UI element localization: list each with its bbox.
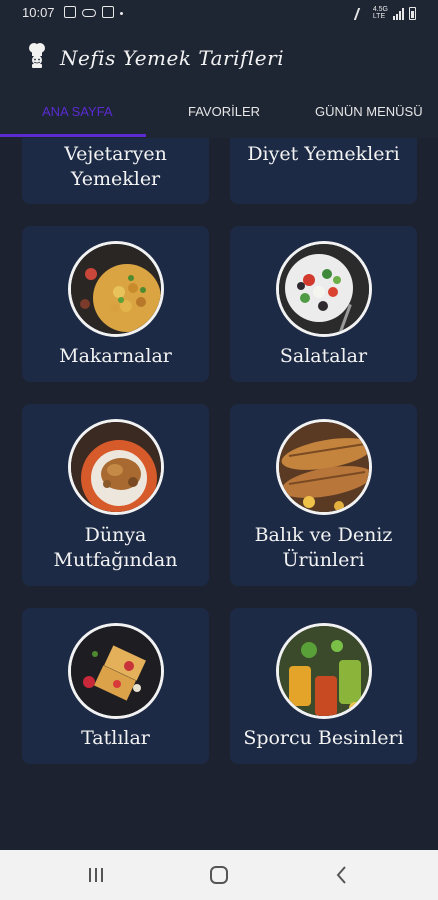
nfc-icon [102,6,114,18]
smoothie-jars-image [276,623,372,719]
category-card-dunya-mutfagi[interactable]: Dünya Mutfağından [22,404,209,586]
status-right-icons: 4.5G LTE [353,6,416,20]
chef-icon [29,43,45,68]
salad-bowl-image [276,241,372,337]
category-label: Vejetaryen Yemekler [22,142,209,192]
status-time: 10:07 [22,5,55,20]
tab-gunun-menusu[interactable]: GÜNÜN MENÜSÜ [315,104,423,119]
category-label-line1: Diyet Yemekleri [247,143,400,165]
status-left-icons [64,6,123,18]
tab-bar: ANA SAYFA FAVORİLER GÜNÜN MENÜSÜ [0,90,438,138]
category-label: Balık ve Deniz Ürünleri [230,523,417,573]
app-title: Nefis Yemek Tarifleri [60,46,285,70]
category-label-line1: Balık ve Deniz [254,524,393,546]
system-nav-bar [0,850,438,900]
tab-favoriler[interactable]: FAVORİLER [188,104,260,119]
app-bar: Nefis Yemek Tarifleri [0,28,438,90]
roast-dish-image [68,419,164,515]
grilled-fish-image [276,419,372,515]
dot-icon [120,12,123,15]
category-label-line1: Vejetaryen [64,143,167,165]
mute-icon [353,8,370,20]
category-label: Diyet Yemekleri [230,142,417,167]
category-card-salatalar[interactable]: Salatalar [230,226,417,382]
category-card-vejetaryen[interactable]: Vejetaryen Yemekler [22,138,209,204]
category-label: Dünya Mutfağından [22,523,209,573]
category-grid: Vejetaryen Yemekler Diyet Yemekleri Maka… [0,138,438,850]
category-card-diyet[interactable]: Diyet Yemekleri [230,138,417,204]
image-icon [64,6,76,18]
status-bar: 10:07 4.5G LTE [0,0,438,28]
voicemail-icon [82,9,96,17]
signal-icon [393,8,404,20]
category-label: Makarnalar [59,345,172,367]
category-label-line2: Ürünleri [282,549,365,571]
recent-apps-icon[interactable] [84,863,108,887]
category-label-line2: Mutfağından [53,549,178,571]
network-type: 4.5G LTE [373,6,388,20]
category-card-sporcu-besinleri[interactable]: Sporcu Besinleri [230,608,417,764]
back-icon[interactable] [330,863,354,887]
network-bottom: LTE [372,13,386,20]
tab-ana-sayfa[interactable]: ANA SAYFA [42,104,113,119]
category-card-balik[interactable]: Balık ve Deniz Ürünleri [230,404,417,586]
home-icon[interactable] [207,863,231,887]
pasta-bowl-image [68,241,164,337]
category-card-makarnalar[interactable]: Makarnalar [22,226,209,382]
category-card-tatlilar[interactable]: Tatlılar [22,608,209,764]
category-label: Sporcu Besinleri [243,727,404,749]
battery-icon [409,7,416,20]
category-label: Tatlılar [81,727,150,749]
category-label: Salatalar [279,345,368,367]
category-label-line1: Dünya [84,524,147,546]
waffle-dessert-image [68,623,164,719]
network-top: 4.5G [372,6,388,13]
tab-indicator [0,134,146,137]
category-label-line2: Yemekler [70,168,161,190]
